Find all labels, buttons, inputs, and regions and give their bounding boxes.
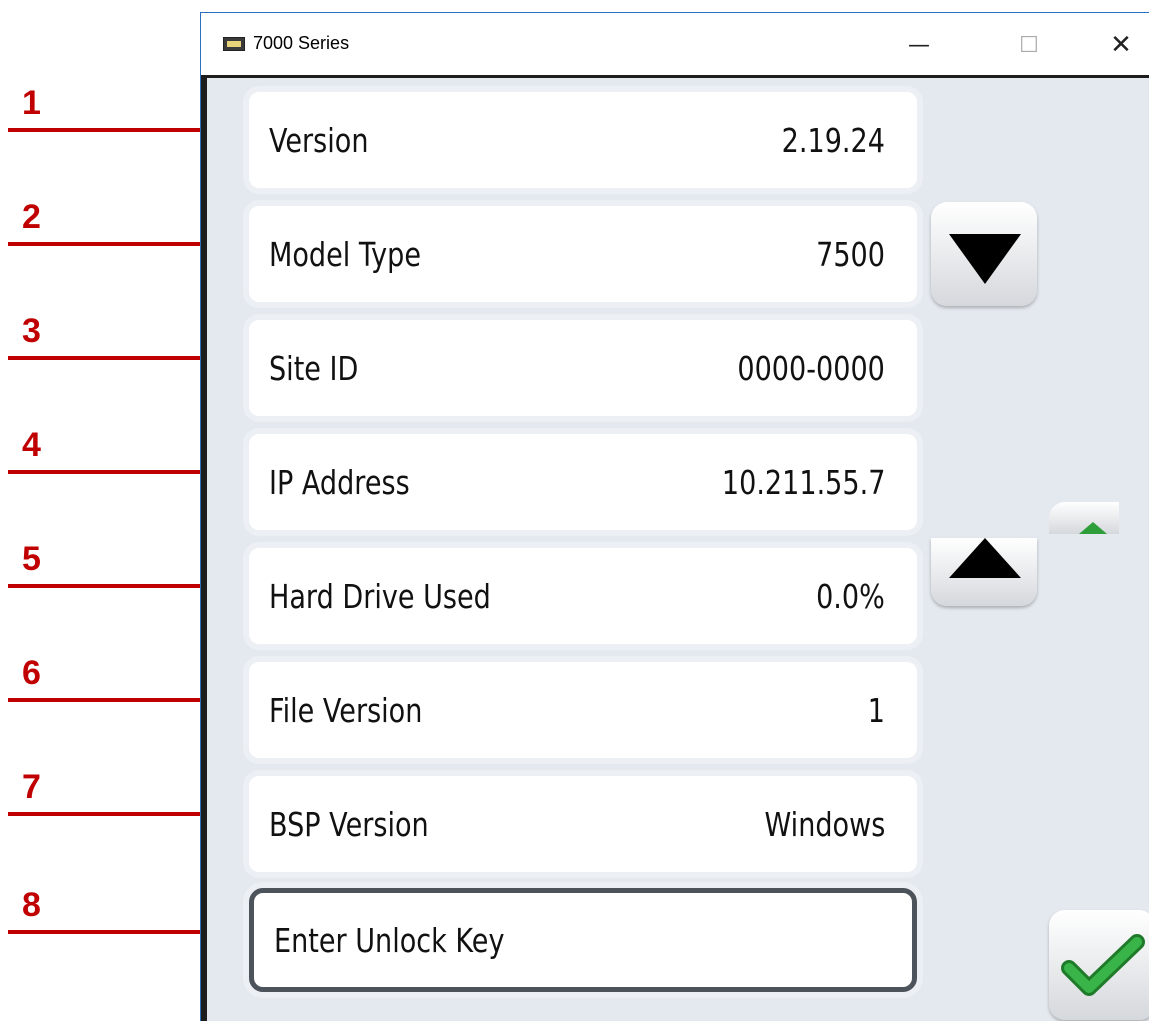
app-window: 7000 Series — ☐ ✕ Version 2.19.24 Model …	[200, 12, 1149, 1021]
info-row-site-id: Site ID 0000-0000	[249, 320, 917, 416]
callout-number: 5	[22, 540, 41, 578]
info-row-version: Version 2.19.24	[249, 92, 917, 188]
window-title: 7000 Series	[253, 33, 350, 53]
callout-number: 7	[22, 768, 41, 806]
callout-number: 8	[22, 886, 41, 924]
client-area: Version 2.19.24 Model Type 7500 Site ID …	[201, 75, 1149, 1021]
row-label: Model Type	[269, 234, 422, 274]
close-button[interactable]: ✕	[1093, 23, 1149, 67]
row-value: 2.19.24	[781, 120, 885, 160]
partial-confirm-button[interactable]	[1049, 502, 1119, 534]
callout-number: 3	[22, 312, 41, 350]
check-icon	[1079, 522, 1107, 534]
title-bar[interactable]: 7000 Series — ☐ ✕	[201, 13, 1149, 75]
scroll-up-button[interactable]	[931, 538, 1037, 606]
row-label: IP Address	[269, 462, 410, 502]
maximize-button[interactable]: ☐	[1001, 23, 1057, 67]
app-icon	[223, 37, 245, 51]
row-value: 10.211.55.7	[721, 462, 885, 502]
row-value: 1	[867, 690, 885, 730]
row-value: Windows	[764, 804, 885, 844]
row-label: Version	[269, 120, 369, 160]
scroll-down-button[interactable]	[931, 202, 1037, 306]
row-label: File Version	[269, 690, 423, 730]
check-icon	[1061, 934, 1145, 996]
row-value: 0.0%	[816, 576, 885, 616]
unlock-key-input[interactable]: Enter Unlock Key	[249, 888, 917, 992]
row-label: Site ID	[269, 348, 359, 388]
callout-number: 1	[22, 84, 41, 122]
minimize-button[interactable]: —	[891, 23, 947, 67]
confirm-button[interactable]	[1049, 910, 1149, 1020]
callout-number: 2	[22, 198, 41, 236]
row-label: Hard Drive Used	[269, 576, 491, 616]
arrow-down-icon	[949, 234, 1021, 284]
arrow-up-icon	[949, 538, 1021, 578]
callout-number: 4	[22, 426, 41, 464]
info-row-bsp-version: BSP Version Windows	[249, 776, 917, 872]
row-value: 0000-0000	[737, 348, 885, 388]
row-label: BSP Version	[269, 804, 429, 844]
info-row-file-version: File Version 1	[249, 662, 917, 758]
row-value: 7500	[816, 234, 885, 274]
info-row-hard-drive-used: Hard Drive Used 0.0%	[249, 548, 917, 644]
unlock-key-placeholder: Enter Unlock Key	[274, 920, 505, 960]
info-row-model-type: Model Type 7500	[249, 206, 917, 302]
info-row-ip-address: IP Address 10.211.55.7	[249, 434, 917, 530]
callout-number: 6	[22, 654, 41, 692]
